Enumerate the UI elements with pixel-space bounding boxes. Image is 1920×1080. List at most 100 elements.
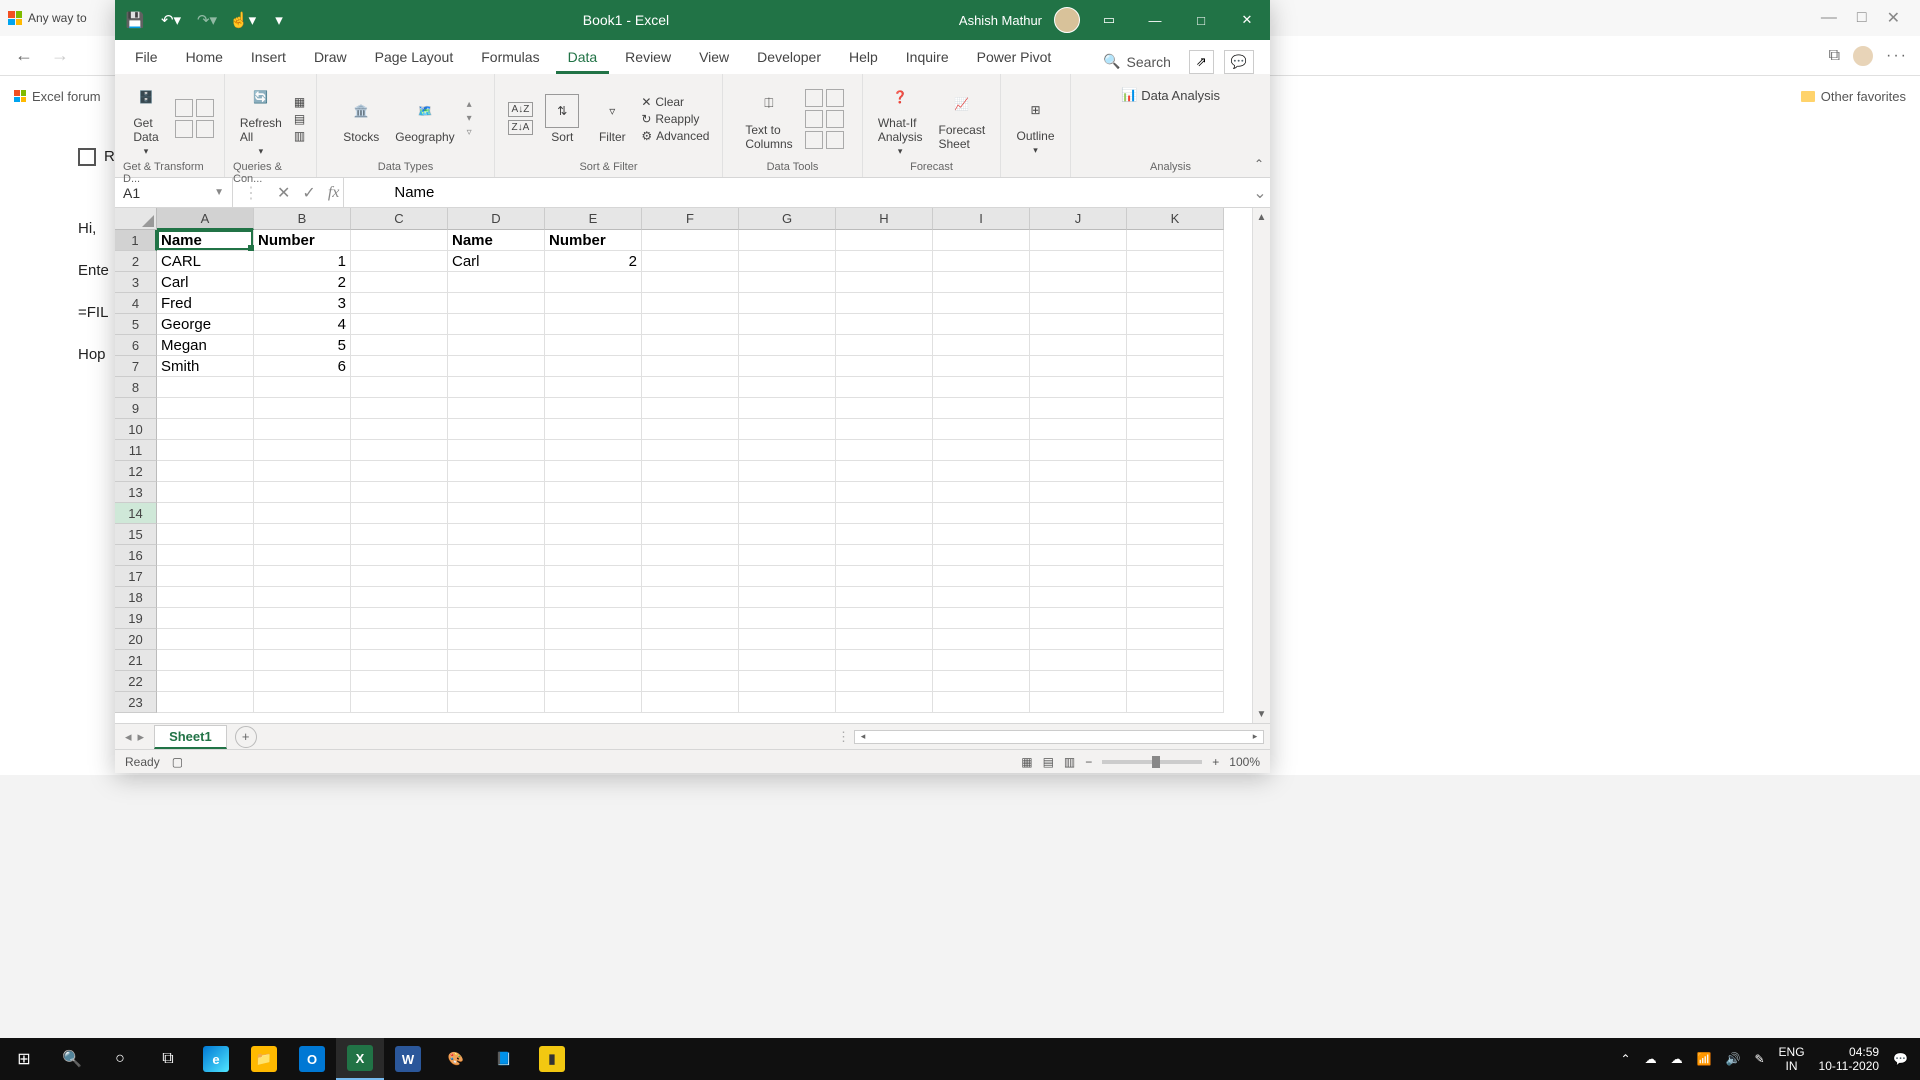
cell[interactable] — [739, 440, 836, 461]
cell[interactable] — [642, 293, 739, 314]
cell[interactable] — [739, 650, 836, 671]
cell[interactable] — [642, 230, 739, 251]
collections-icon[interactable]: ⧉ — [1829, 47, 1840, 65]
cell[interactable] — [254, 440, 351, 461]
row-header[interactable]: 4 — [115, 293, 157, 314]
cell[interactable] — [448, 461, 545, 482]
cell[interactable] — [545, 692, 642, 713]
cell[interactable] — [254, 545, 351, 566]
cell[interactable] — [157, 524, 254, 545]
cell[interactable] — [836, 461, 933, 482]
cell[interactable] — [1030, 629, 1127, 650]
cell[interactable] — [448, 272, 545, 293]
row-header[interactable]: 16 — [115, 545, 157, 566]
cell[interactable] — [642, 356, 739, 377]
ribbon-tab-inquire[interactable]: Inquire — [894, 43, 961, 74]
cell[interactable] — [933, 545, 1030, 566]
user-name[interactable]: Ashish Mathur — [959, 13, 1042, 28]
cell[interactable] — [739, 503, 836, 524]
cell[interactable]: Fred — [157, 293, 254, 314]
cell[interactable] — [642, 335, 739, 356]
cell[interactable] — [1030, 482, 1127, 503]
cell[interactable] — [1030, 440, 1127, 461]
qat-customize-icon[interactable]: ▾ — [265, 6, 293, 34]
user-avatar-icon[interactable] — [1054, 7, 1080, 33]
favorite-other[interactable]: Other favorites — [1801, 89, 1906, 104]
cell[interactable] — [545, 419, 642, 440]
cell[interactable]: Number — [254, 230, 351, 251]
search-button[interactable]: 🔍 — [48, 1038, 96, 1080]
cell[interactable] — [448, 629, 545, 650]
cell[interactable] — [157, 377, 254, 398]
cell[interactable] — [836, 671, 933, 692]
cell[interactable]: Name — [157, 230, 254, 251]
geography-button[interactable]: 🗺️ Geography — [391, 92, 458, 146]
cell[interactable] — [739, 251, 836, 272]
cell[interactable] — [739, 335, 836, 356]
cell[interactable] — [448, 335, 545, 356]
cell[interactable] — [545, 377, 642, 398]
comments-icon[interactable]: 💬 — [1224, 50, 1254, 74]
column-header[interactable]: G — [739, 208, 836, 230]
cell[interactable] — [739, 377, 836, 398]
zoom-in-icon[interactable]: + — [1212, 755, 1219, 769]
cell[interactable]: 2 — [545, 251, 642, 272]
cell[interactable] — [1127, 272, 1224, 293]
cell[interactable] — [739, 230, 836, 251]
cell[interactable] — [545, 293, 642, 314]
cell[interactable] — [642, 398, 739, 419]
cell[interactable] — [836, 398, 933, 419]
cell[interactable] — [1127, 608, 1224, 629]
page-break-icon[interactable]: ▥ — [1064, 755, 1075, 769]
powerbi-app[interactable]: ▮ — [528, 1038, 576, 1080]
sort-desc-icon[interactable]: Z↓A — [508, 120, 534, 135]
text-to-columns-button[interactable]: ⎅ Text to Columns — [741, 85, 796, 153]
row-header[interactable]: 8 — [115, 377, 157, 398]
row-header[interactable]: 2 — [115, 251, 157, 272]
queries-icons[interactable]: ▦▤▥ — [294, 95, 305, 143]
cell[interactable] — [448, 692, 545, 713]
cell[interactable] — [157, 461, 254, 482]
cell[interactable] — [642, 566, 739, 587]
cell[interactable] — [1030, 671, 1127, 692]
outlook-app[interactable]: O — [288, 1038, 336, 1080]
cell[interactable] — [642, 587, 739, 608]
column-header[interactable]: A — [157, 208, 254, 230]
excel-app[interactable]: X — [336, 1038, 384, 1080]
cell[interactable] — [545, 524, 642, 545]
cell[interactable] — [448, 566, 545, 587]
cell[interactable] — [836, 230, 933, 251]
column-header[interactable]: E — [545, 208, 642, 230]
cell[interactable] — [157, 503, 254, 524]
get-data-options[interactable] — [175, 99, 214, 138]
cell[interactable] — [157, 650, 254, 671]
cell[interactable] — [545, 461, 642, 482]
row-header[interactable]: 3 — [115, 272, 157, 293]
cell[interactable] — [448, 671, 545, 692]
cell[interactable] — [254, 461, 351, 482]
cell[interactable]: Number — [545, 230, 642, 251]
cell[interactable] — [545, 398, 642, 419]
minimize-button[interactable]: — — [1138, 6, 1172, 34]
back-icon[interactable]: ← — [12, 45, 36, 66]
formula-input[interactable]: Name — [344, 178, 1250, 207]
cell[interactable] — [1127, 230, 1224, 251]
cell[interactable] — [351, 461, 448, 482]
zoom-out-icon[interactable]: − — [1085, 755, 1092, 769]
cell[interactable]: CARL — [157, 251, 254, 272]
cell[interactable] — [254, 608, 351, 629]
cell[interactable] — [545, 356, 642, 377]
cell[interactable] — [254, 650, 351, 671]
spreadsheet-grid[interactable]: ABCDEFGHIJK 1234567891011121314151617181… — [115, 208, 1270, 723]
redo-icon[interactable]: ↷▾ — [193, 6, 221, 34]
cell[interactable] — [642, 377, 739, 398]
dropdown-icon[interactable]: ▼ — [214, 187, 224, 198]
cell[interactable] — [1127, 545, 1224, 566]
cell[interactable] — [933, 377, 1030, 398]
cell[interactable] — [351, 419, 448, 440]
cell[interactable] — [254, 692, 351, 713]
cell[interactable] — [157, 545, 254, 566]
cell[interactable] — [933, 272, 1030, 293]
cell[interactable] — [933, 587, 1030, 608]
cell[interactable] — [448, 587, 545, 608]
